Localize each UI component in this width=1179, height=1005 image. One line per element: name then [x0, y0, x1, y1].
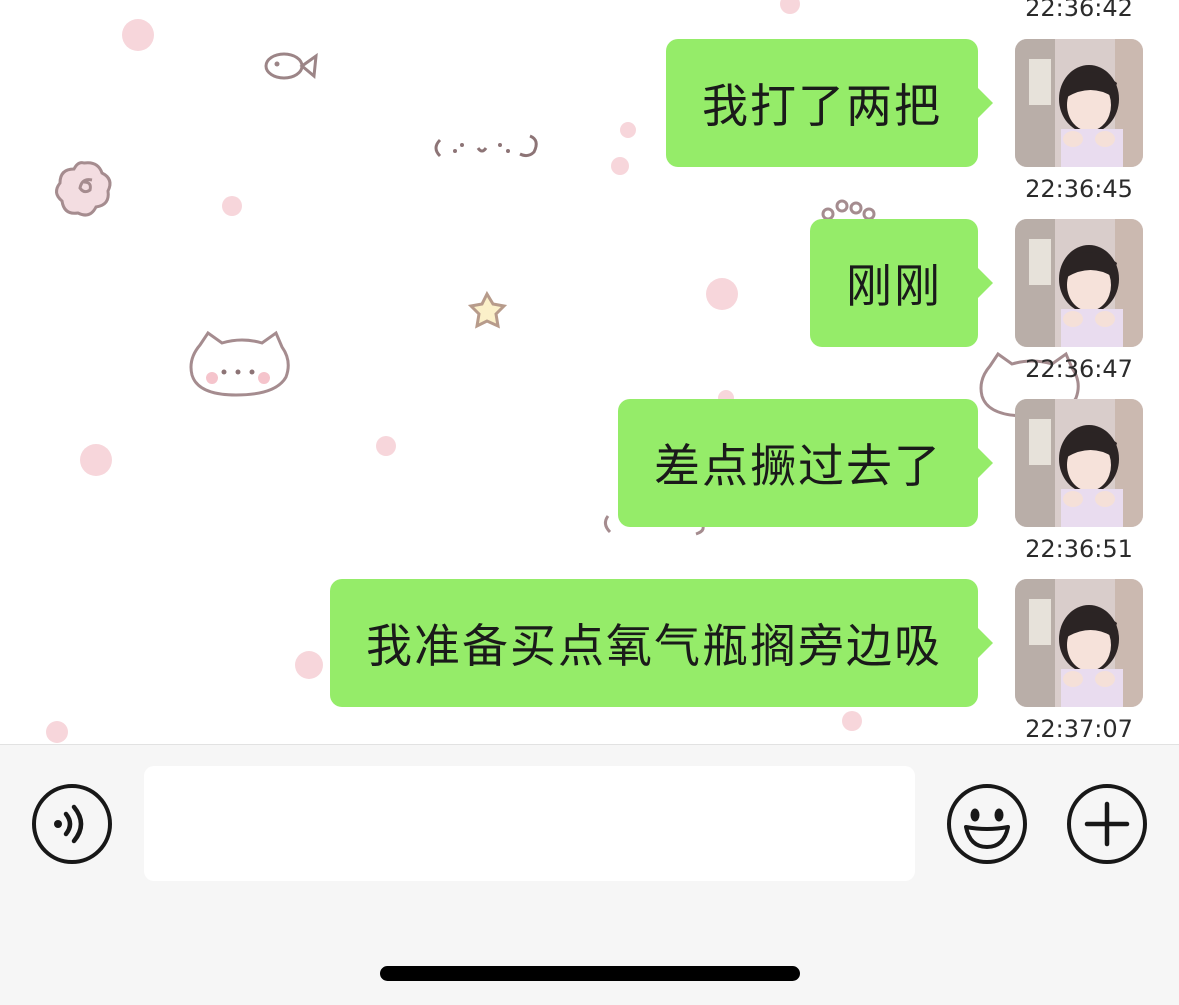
timestamp: 22:36:42: [1025, 0, 1133, 22]
chat-screen: 22:36:42 我打了两把 22:36:45 刚刚 22:36:47 差点撅过…: [0, 0, 1179, 1005]
message-row: 差点撅过去了 22:36:51: [43, 399, 1143, 563]
avatar[interactable]: [1015, 399, 1143, 527]
home-indicator[interactable]: [380, 966, 800, 981]
avatar-image: [1015, 219, 1143, 347]
message-bubble[interactable]: 刚刚: [810, 219, 993, 347]
timestamp: 22:36:45: [1025, 175, 1133, 203]
chat-area[interactable]: 22:36:42 我打了两把 22:36:45 刚刚 22:36:47 差点撅过…: [0, 0, 1179, 744]
avatar-image: [1015, 579, 1143, 707]
avatar-image: [1015, 39, 1143, 167]
emoji-button[interactable]: [946, 783, 1028, 865]
avatar[interactable]: [1015, 39, 1143, 167]
message-bubble[interactable]: 我打了两把: [666, 39, 993, 167]
timestamp: 22:36:51: [1025, 535, 1133, 563]
input-bar: [0, 744, 1179, 1005]
avatar-image: [1015, 399, 1143, 527]
message-row: 刚刚 22:36:47: [43, 219, 1143, 383]
voice-icon: [32, 784, 112, 864]
avatar[interactable]: [1015, 579, 1143, 707]
avatar[interactable]: [1015, 219, 1143, 347]
emoji-icon: [947, 784, 1027, 864]
plus-button[interactable]: [1066, 783, 1148, 865]
voice-button[interactable]: [31, 783, 113, 865]
message-row: 我准备买点氧气瓶搁旁边吸 22:37:07: [43, 579, 1143, 743]
message-input[interactable]: [144, 766, 915, 881]
timestamp: 22:37:07: [1025, 715, 1133, 743]
message-bubble[interactable]: 我准备买点氧气瓶搁旁边吸: [330, 579, 993, 707]
message-bubble[interactable]: 差点撅过去了: [618, 399, 993, 527]
message-row: 我打了两把 22:36:45: [43, 39, 1143, 203]
plus-icon: [1067, 784, 1147, 864]
timestamp: 22:36:47: [1025, 355, 1133, 383]
